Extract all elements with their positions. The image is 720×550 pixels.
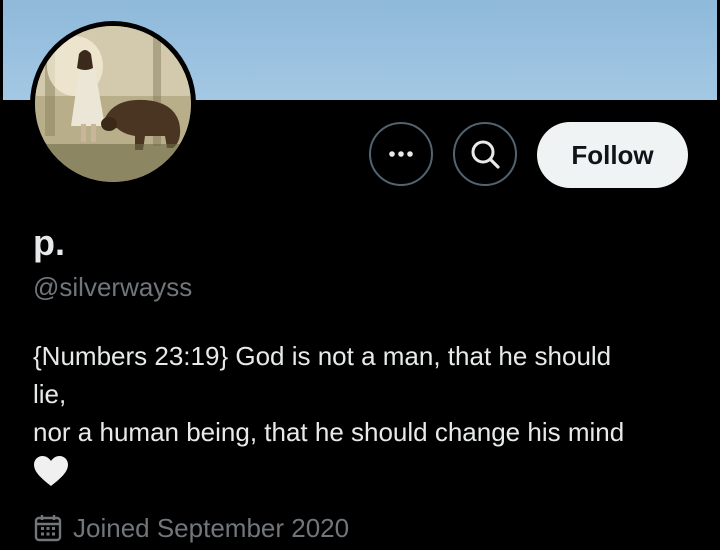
user-handle: @silverwayss (33, 272, 193, 302)
joined-date: Joined September 2020 (33, 508, 349, 548)
profile-bio: {Numbers 23:19} God is not a man, that h… (33, 337, 703, 497)
more-icon (389, 151, 413, 157)
bio-line: nor a human being, that he should change… (33, 417, 625, 447)
follow-button[interactable]: Follow (537, 122, 688, 188)
banner-edge (0, 0, 3, 100)
more-options-button[interactable] (369, 122, 433, 186)
bio-line: lie, (33, 379, 67, 409)
bio-line: {Numbers 23:19} God is not a man, that h… (33, 341, 612, 371)
joined-label: Joined September 2020 (73, 512, 350, 543)
search-profile-button[interactable] (453, 122, 517, 186)
avatar-image (35, 26, 191, 182)
search-icon (471, 140, 500, 169)
avatar[interactable] (30, 21, 196, 187)
display-name: p. (33, 222, 65, 263)
white-heart-emoji (33, 455, 703, 497)
calendar-icon (34, 515, 62, 542)
